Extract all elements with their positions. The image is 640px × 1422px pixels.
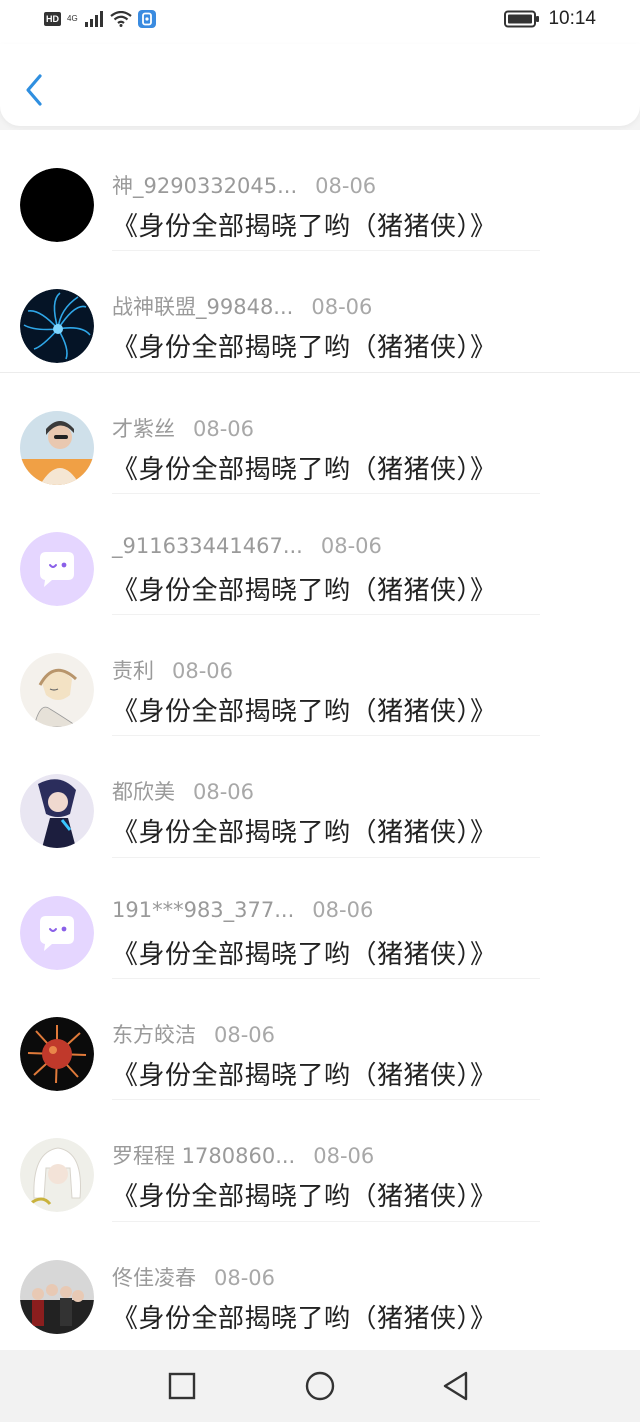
story-title: 《身份全部揭晓了哟（猪猪侠）》 <box>112 333 497 364</box>
avatar-group-photo <box>20 1259 94 1334</box>
hd-badge: HD <box>44 12 61 26</box>
battery-icon <box>504 10 540 28</box>
user-name: 都欣美 <box>112 780 175 805</box>
list-item[interactable]: 佟佳凌春 08-06 《身份全部揭晓了哟（猪猪侠）》 <box>0 1222 640 1343</box>
list-item[interactable]: 罗程程 1780860... 08-06 《身份全部揭晓了哟（猪猪侠）》 <box>0 1100 640 1222</box>
avatar[interactable] <box>20 410 94 485</box>
square-icon <box>168 1372 196 1400</box>
wifi-icon <box>109 11 132 27</box>
back-nav-button[interactable] <box>438 1368 474 1404</box>
chat-bubble-default-avatar-icon <box>20 895 94 970</box>
story-title: 《身份全部揭晓了哟（猪猪侠）》 <box>112 454 497 485</box>
avatar-anime-sketch-image <box>20 653 94 728</box>
clock: 10:14 <box>548 8 596 29</box>
post-date: 08-06 <box>311 295 373 320</box>
back-button[interactable] <box>18 70 50 110</box>
user-name: 才紫丝 <box>112 416 175 441</box>
avatar[interactable] <box>20 1138 94 1213</box>
avatar-blue-burst-image <box>20 289 94 364</box>
status-bar: HD 4G 10:14 <box>0 0 640 44</box>
list-item[interactable]: 东方皎洁 08-06 《身份全部揭晓了哟（猪猪侠）》 <box>0 979 640 1101</box>
user-name: _911633441467... <box>112 533 303 558</box>
avatar-red-virus-image <box>20 1017 94 1092</box>
post-date: 08-06 <box>312 897 374 922</box>
avatar[interactable] <box>20 895 94 970</box>
story-title: 《身份全部揭晓了哟（猪猪侠）》 <box>112 939 497 970</box>
avatar[interactable] <box>20 289 94 364</box>
list-item[interactable]: 都欣美 08-06 《身份全部揭晓了哟（猪猪侠）》 <box>0 736 640 858</box>
post-date: 08-06 <box>214 1023 276 1048</box>
user-name: 佟佳凌春 <box>112 1265 196 1290</box>
user-name: 神_9290332045... <box>112 174 298 198</box>
signal-icon <box>84 11 103 27</box>
story-title: 《身份全部揭晓了哟（猪猪侠）》 <box>112 1303 497 1334</box>
user-name: 191***983_377... <box>112 897 295 922</box>
post-date: 08-06 <box>320 533 382 558</box>
avatar-anime-figure-image <box>20 774 94 849</box>
list-item[interactable]: _911633441467... 08-06 《身份全部揭晓了哟（猪猪侠）》 <box>0 494 640 616</box>
post-date: 08-06 <box>193 780 255 805</box>
user-name: 战神联盟_99848... <box>112 295 294 320</box>
list-item[interactable]: 才紫丝 08-06 《身份全部揭晓了哟（猪猪侠）》 <box>0 373 640 494</box>
post-date: 08-06 <box>315 174 377 198</box>
chat-bubble-default-avatar-icon <box>20 531 94 606</box>
triangle-back-icon <box>443 1371 468 1401</box>
circle-icon <box>305 1371 335 1401</box>
top-bar <box>0 44 640 126</box>
network-type: 4G <box>67 14 78 23</box>
avatar-person-photo <box>20 410 94 485</box>
story-title: 《身份全部揭晓了哟（猪猪侠）》 <box>112 1182 497 1213</box>
avatar-white-hair-anime-image <box>20 1138 94 1213</box>
post-date: 08-06 <box>214 1265 276 1290</box>
story-title: 《身份全部揭晓了哟（猪猪侠）》 <box>112 212 497 242</box>
avatar-black-image <box>20 168 94 242</box>
recent-apps-button[interactable] <box>164 1368 200 1404</box>
story-title: 《身份全部揭晓了哟（猪猪侠）》 <box>112 818 497 849</box>
avatar[interactable] <box>20 168 94 242</box>
user-name: 责利 <box>112 659 154 684</box>
user-name: 罗程程 1780860... <box>112 1144 296 1169</box>
avatar[interactable] <box>20 1259 94 1334</box>
home-button[interactable] <box>302 1368 338 1404</box>
system-navigation-bar <box>0 1350 640 1422</box>
avatar[interactable] <box>20 531 94 606</box>
post-date: 08-06 <box>313 1144 375 1169</box>
post-date: 08-06 <box>172 659 234 684</box>
post-date: 08-06 <box>193 416 255 441</box>
chevron-left-icon <box>26 74 42 106</box>
list-item[interactable]: 责利 08-06 《身份全部揭晓了哟（猪猪侠）》 <box>0 615 640 737</box>
user-name: 东方皎洁 <box>112 1023 196 1048</box>
story-title: 《身份全部揭晓了哟（猪猪侠）》 <box>112 575 497 606</box>
list-item[interactable]: 191***983_377... 08-06 《身份全部揭晓了哟（猪猪侠）》 <box>0 858 640 980</box>
list-item[interactable]: 神_9290332045... 08-06 《身份全部揭晓了哟（猪猪侠）》 <box>0 130 640 252</box>
avatar[interactable] <box>20 774 94 849</box>
list-item[interactable]: 战神联盟_99848... 08-06 《身份全部揭晓了哟（猪猪侠）》 <box>0 251 640 373</box>
app-notification-icon <box>137 10 156 28</box>
avatar[interactable] <box>20 653 94 728</box>
avatar[interactable] <box>20 1017 94 1092</box>
story-title: 《身份全部揭晓了哟（猪猪侠）》 <box>112 1061 497 1092</box>
story-list: 神_9290332045... 08-06 《身份全部揭晓了哟（猪猪侠）》 战神联… <box>0 130 640 1350</box>
story-title: 《身份全部揭晓了哟（猪猪侠）》 <box>112 697 497 728</box>
